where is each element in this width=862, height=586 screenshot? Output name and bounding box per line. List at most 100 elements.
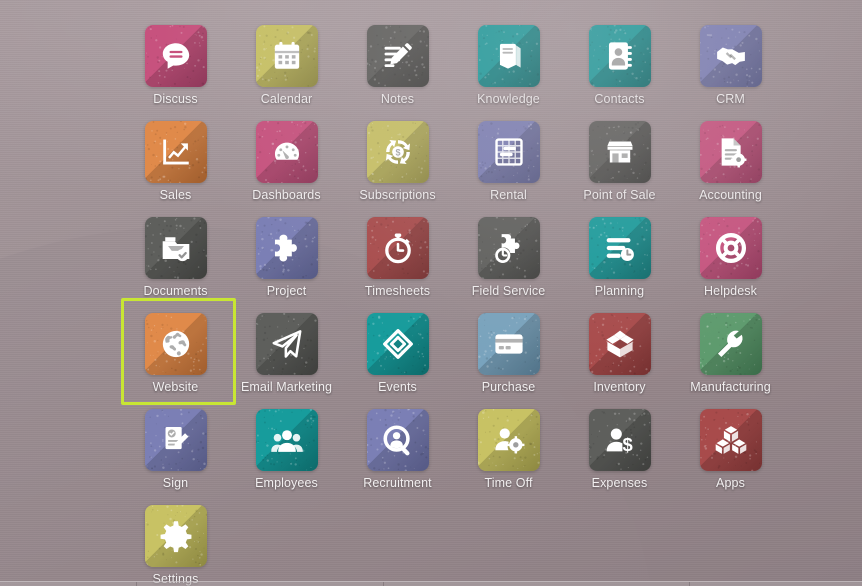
app-icon-label: Documents — [143, 284, 208, 298]
app-icon-label: Timesheets — [364, 284, 431, 298]
svg-text:$: $ — [395, 148, 400, 158]
gantt-grid-icon[interactable] — [477, 121, 540, 183]
life-ring-icon[interactable] — [699, 217, 762, 279]
app-icon-label: Sign — [162, 476, 189, 490]
app-icon-label: Apps — [716, 476, 745, 490]
app-icon-email-marketing[interactable]: Email Marketing — [231, 304, 342, 400]
app-icon-recruitment[interactable]: Recruitment — [342, 400, 453, 496]
app-icon-label: Contacts — [594, 92, 645, 106]
note-pencil-icon[interactable] — [366, 25, 429, 87]
globe-icon[interactable] — [144, 313, 207, 375]
app-icon-label: Dashboards — [252, 188, 321, 202]
app-icon-label: Helpdesk — [704, 284, 757, 298]
app-icon-employees[interactable]: Employees — [231, 400, 342, 496]
app-icon-accounting[interactable]: Accounting — [675, 112, 786, 208]
puzzle-clock-icon[interactable] — [477, 217, 540, 279]
app-icon-label: Manufacturing — [690, 380, 771, 394]
calendar-icon[interactable] — [255, 25, 318, 87]
chat-bubble-icon[interactable] — [144, 25, 207, 87]
app-icon-planning[interactable]: Planning — [564, 208, 675, 304]
app-icon-label: Expenses — [591, 476, 648, 490]
blocks-icon[interactable] — [699, 409, 762, 471]
app-icon-crm[interactable]: CRM — [675, 16, 786, 112]
wrench-icon[interactable] — [699, 313, 762, 375]
file-box-check-icon[interactable] — [144, 217, 207, 279]
app-icon-apps[interactable]: Apps — [675, 400, 786, 496]
app-icon-notes[interactable]: Notes — [342, 16, 453, 112]
open-box-icon[interactable] — [588, 313, 651, 375]
app-icon-label: Website — [152, 380, 199, 394]
app-icon-label: Project — [266, 284, 307, 298]
app-icon-label: Discuss — [153, 92, 198, 106]
ticket-icon[interactable] — [366, 313, 429, 375]
app-icon-subscriptions[interactable]: $ Subscriptions — [342, 112, 453, 208]
app-icon-label: Events — [378, 380, 417, 394]
app-icon-knowledge[interactable]: Knowledge — [453, 16, 564, 112]
app-icon-expenses[interactable]: $ Expenses — [564, 400, 675, 496]
app-icon-manufacturing[interactable]: Manufacturing — [675, 304, 786, 400]
app-icon-label: Recruitment — [363, 476, 432, 490]
app-icon-website[interactable]: Website — [120, 298, 236, 405]
app-icon-label: Purchase — [481, 380, 536, 394]
app-icon-label: Knowledge — [477, 92, 540, 106]
signature-icon[interactable] — [144, 409, 207, 471]
person-dollar-icon[interactable]: $ — [588, 409, 651, 471]
paper-plane-icon[interactable] — [255, 313, 318, 375]
app-icon-label: CRM — [716, 92, 745, 106]
app-launcher-grid: Discuss Calendar Notes Knowledge Contacts CRM… — [120, 16, 788, 586]
app-icon-timesheets[interactable]: Timesheets — [342, 208, 453, 304]
app-icon-documents[interactable]: Documents — [120, 208, 231, 304]
app-icon-label: Notes — [380, 92, 415, 106]
app-icon-label: Inventory — [593, 380, 646, 394]
taskbar-divider-3 — [689, 582, 690, 586]
app-icon-label: Subscriptions — [359, 188, 436, 202]
taskbar-divider-2 — [383, 582, 384, 586]
app-icon-purchase[interactable]: Purchase — [453, 304, 564, 400]
app-icon-label: Point of Sale — [583, 188, 656, 202]
app-icon-label: Planning — [594, 284, 645, 298]
app-icon-events[interactable]: Events — [342, 304, 453, 400]
app-icon-label: Accounting — [699, 188, 762, 202]
app-icon-contacts[interactable]: Contacts — [564, 16, 675, 112]
app-icon-sign[interactable]: Sign — [120, 400, 231, 496]
taskbar-divider-1 — [136, 582, 137, 586]
stopwatch-icon[interactable] — [366, 217, 429, 279]
app-icon-inventory[interactable]: Inventory — [564, 304, 675, 400]
app-icon-discuss[interactable]: Discuss — [120, 16, 231, 112]
app-icon-time-off[interactable]: Time Off — [453, 400, 564, 496]
app-icon-label: Email Marketing — [240, 380, 333, 394]
taskbar[interactable] — [0, 581, 862, 586]
gauge-icon[interactable] — [255, 121, 318, 183]
people-group-icon[interactable] — [255, 409, 318, 471]
credit-card-icon[interactable] — [477, 313, 540, 375]
address-book-icon[interactable] — [588, 25, 651, 87]
book-icon[interactable] — [477, 25, 540, 87]
person-search-icon[interactable] — [366, 409, 429, 471]
app-icon-calendar[interactable]: Calendar — [231, 16, 342, 112]
person-gear-icon[interactable] — [477, 409, 540, 471]
list-clock-icon[interactable] — [588, 217, 651, 279]
app-icon-rental[interactable]: Rental — [453, 112, 564, 208]
app-icon-label: Calendar — [260, 92, 313, 106]
svg-text:$: $ — [622, 434, 632, 455]
invoice-gear-icon[interactable] — [699, 121, 762, 183]
puzzle-icon[interactable] — [255, 217, 318, 279]
app-icon-sales[interactable]: Sales — [120, 112, 231, 208]
app-icon-label: Rental — [490, 188, 527, 202]
app-icon-settings[interactable]: Settings — [120, 496, 231, 586]
app-icon-point-of-sale[interactable]: Point of Sale — [564, 112, 675, 208]
desktop-background: Discuss Calendar Notes Knowledge Contacts CRM… — [0, 0, 862, 586]
app-icon-label: Sales — [159, 188, 192, 202]
app-icon-dashboards[interactable]: Dashboards — [231, 112, 342, 208]
gear-icon[interactable] — [144, 505, 207, 567]
app-icon-label: Field Service — [471, 284, 546, 298]
app-icon-helpdesk[interactable]: Helpdesk — [675, 208, 786, 304]
recycle-dollar-icon[interactable]: $ — [366, 121, 429, 183]
app-icon-field-service[interactable]: Field Service — [453, 208, 564, 304]
shop-icon[interactable] — [588, 121, 651, 183]
app-icon-project[interactable]: Project — [231, 208, 342, 304]
chart-arrow-up-icon[interactable] — [144, 121, 207, 183]
app-icon-label: Time Off — [484, 476, 533, 490]
app-icon-label: Employees — [255, 476, 318, 490]
handshake-icon[interactable] — [699, 25, 762, 87]
